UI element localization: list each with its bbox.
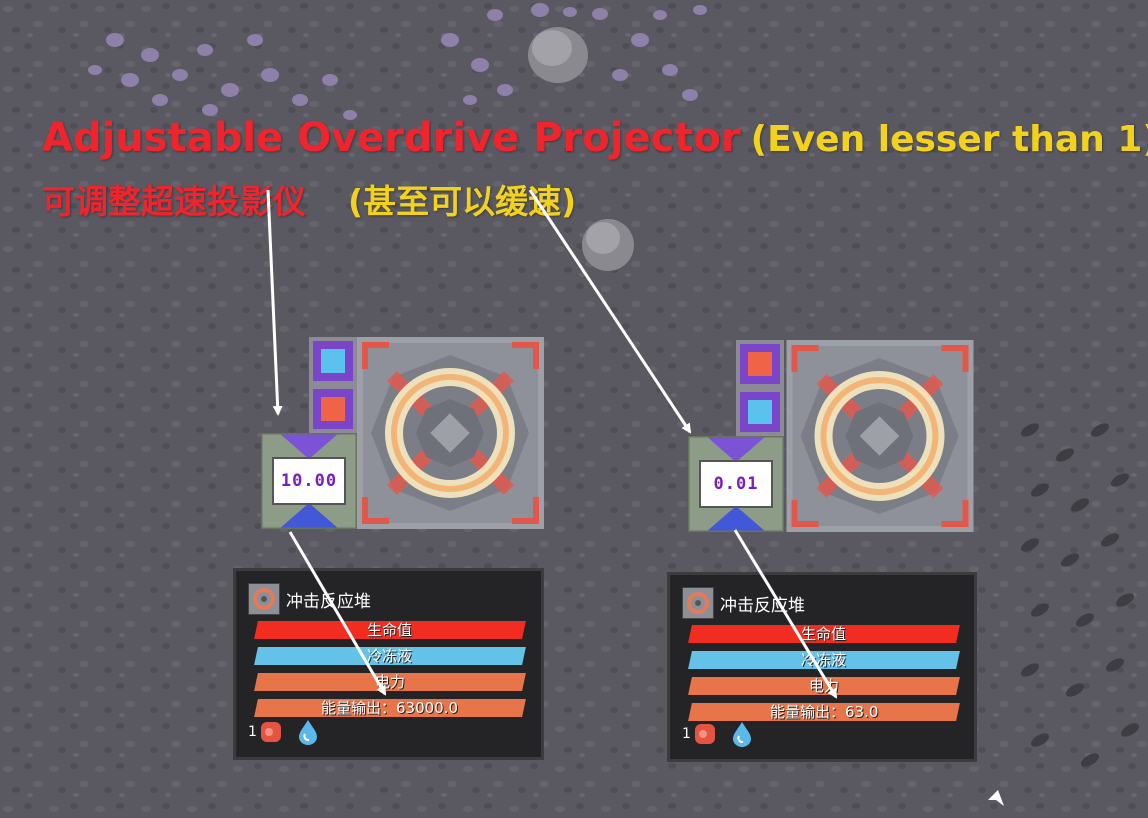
title-chinese: 可调整超速投影仪 (甚至可以缓速) xyxy=(42,178,576,226)
block-info-panel: 冲击反应堆 生命值 冷冻液 电力 能量输出：63.0 1 xyxy=(667,572,977,762)
panel-items: 1 xyxy=(682,719,753,749)
power-output-label: 能量输出：63.0 xyxy=(769,703,879,721)
power-label: 电力 xyxy=(374,673,405,691)
impact-reactor-block[interactable] xyxy=(784,340,976,532)
item-count: 1 xyxy=(682,726,691,742)
health-bar: 生命值 xyxy=(688,625,960,643)
item-count: 1 xyxy=(248,724,257,740)
title-english-main: Adjustable Overdrive Projector xyxy=(42,115,741,161)
title-chinese-main: 可调整超速投影仪 xyxy=(42,182,306,221)
impact-reactor-block[interactable] xyxy=(357,337,544,529)
title-english: Adjustable Overdrive Projector (Even less… xyxy=(42,112,1148,166)
impact-reactor-icon xyxy=(682,587,714,619)
impact-reactor-icon xyxy=(248,583,280,615)
projector-speed-display[interactable]: 10.00 xyxy=(272,457,346,505)
cryofluid-label: 冷冻液 xyxy=(801,651,847,669)
health-bar: 生命值 xyxy=(254,621,526,639)
title-chinese-note: (甚至可以缓速) xyxy=(348,182,577,221)
blast-compound-icon xyxy=(694,724,715,744)
health-label: 生命值 xyxy=(801,625,847,643)
title-english-note: (Even lesser than 1) xyxy=(750,119,1148,160)
panel-header: 冲击反应堆 xyxy=(682,587,805,619)
cryofluid-bar: 冷冻液 xyxy=(688,651,960,669)
blast-compound-icon xyxy=(260,722,281,742)
liquid-source-block-cryo[interactable] xyxy=(736,388,784,436)
projector-speed-display[interactable]: 0.01 xyxy=(699,460,773,508)
panel-items: 1 xyxy=(248,717,319,747)
panel-header: 冲击反应堆 xyxy=(248,583,371,615)
block-name: 冲击反应堆 xyxy=(286,591,371,612)
block-info-panel: 冲击反应堆 生命值 冷冻液 电力 能量输出：63000.0 1 xyxy=(233,568,544,760)
item-source-block-blast[interactable] xyxy=(309,385,357,433)
cryofluid-bar: 冷冻液 xyxy=(254,647,526,665)
power-label: 电力 xyxy=(808,677,839,695)
cryofluid-icon xyxy=(732,722,751,747)
cryofluid-icon xyxy=(298,720,317,745)
power-bar: 电力 xyxy=(254,673,526,691)
power-output-label: 能量输出：63000.0 xyxy=(321,699,459,717)
power-output-bar: 能量输出：63000.0 xyxy=(254,699,526,717)
liquid-source-block-cryo[interactable] xyxy=(309,337,357,385)
power-bar: 电力 xyxy=(688,677,960,695)
item-source-block-blast[interactable] xyxy=(736,340,784,388)
block-name: 冲击反应堆 xyxy=(720,595,805,616)
health-label: 生命值 xyxy=(367,621,413,639)
cryofluid-label: 冷冻液 xyxy=(367,647,413,665)
